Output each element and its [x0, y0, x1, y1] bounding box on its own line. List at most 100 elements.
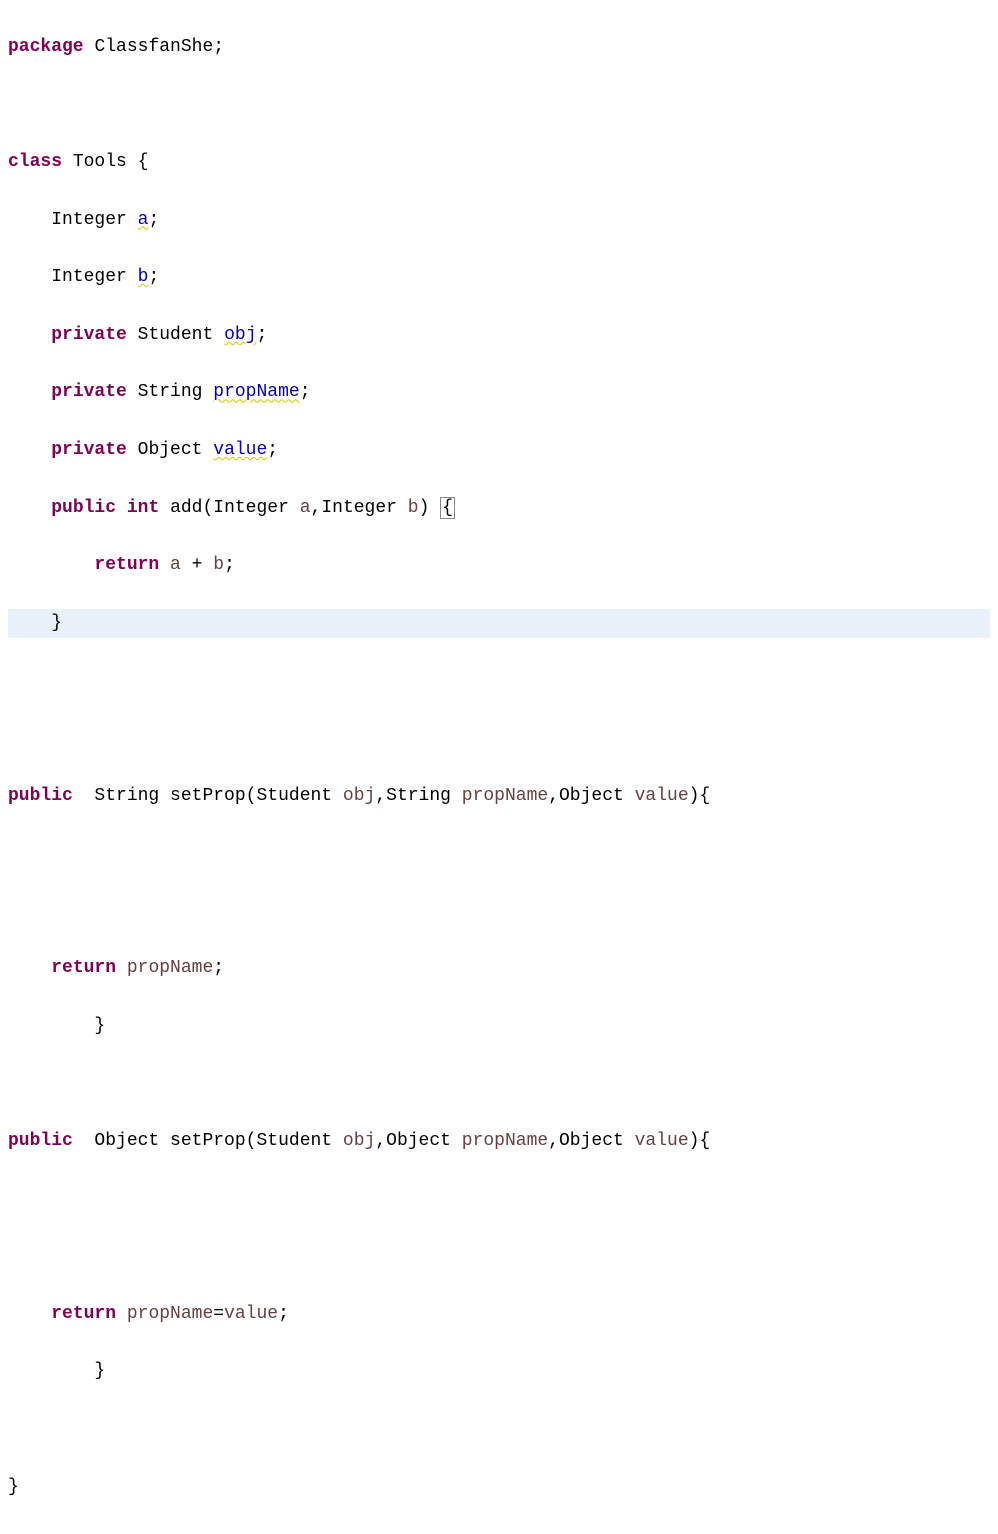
code-line-blank	[8, 90, 990, 119]
type-integer: Integer	[321, 498, 397, 518]
code-line-blank	[8, 1242, 990, 1271]
param-a: a	[300, 498, 311, 518]
code-line-blank	[8, 839, 990, 868]
var-b: b	[213, 555, 224, 575]
paren-close: )	[689, 786, 700, 806]
semicolon: ;	[148, 267, 159, 287]
code-line: public Object setProp(Student obj,Object…	[8, 1127, 990, 1156]
package-name: ClassfanShe	[94, 37, 213, 57]
type-object: Object	[559, 1131, 624, 1151]
method-setprop: setProp	[170, 1131, 246, 1151]
type-object: Object	[138, 440, 203, 460]
semicolon: ;	[278, 1304, 289, 1324]
operator-eq: =	[213, 1304, 224, 1324]
code-line: return propName;	[8, 954, 990, 983]
param-value: value	[635, 1131, 689, 1151]
type-object: Object	[559, 786, 624, 806]
code-line: return a + b;	[8, 551, 990, 580]
keyword-public: public	[8, 1131, 73, 1151]
keyword-return: return	[94, 555, 159, 575]
code-line: }	[8, 1012, 990, 1041]
type-string: String	[94, 786, 159, 806]
keyword-private: private	[51, 325, 127, 345]
code-line-blank	[8, 666, 990, 695]
keyword-int: int	[127, 498, 159, 518]
type-student: Student	[256, 786, 332, 806]
code-line-blank	[8, 1185, 990, 1214]
param-obj: obj	[343, 786, 375, 806]
var-propname: propName	[127, 958, 213, 978]
type-student: Student	[256, 1131, 332, 1151]
brace-open: {	[138, 152, 149, 172]
comma: ,	[311, 498, 322, 518]
keyword-private: private	[51, 440, 127, 460]
code-editor[interactable]: package ClassfanShe; class Tools { Integ…	[0, 0, 998, 1534]
code-line: package ClassfanShe;	[8, 33, 990, 62]
keyword-private: private	[51, 382, 127, 402]
param-b: b	[408, 498, 419, 518]
field-b: b	[138, 267, 149, 287]
semicolon: ;	[148, 210, 159, 230]
type-integer: Integer	[213, 498, 289, 518]
field-propname: propName	[213, 382, 299, 402]
field-obj: obj	[224, 325, 256, 345]
keyword-return: return	[51, 958, 116, 978]
field-value: value	[213, 440, 267, 460]
code-line: Integer b;	[8, 263, 990, 292]
paren-close: )	[419, 498, 430, 518]
code-line: public int add(Integer a,Integer b) {	[8, 494, 990, 523]
code-line: }	[8, 1357, 990, 1386]
semicolon: ;	[257, 325, 268, 345]
field-a: a	[138, 210, 149, 230]
paren-open: (	[202, 498, 213, 518]
keyword-package: package	[8, 37, 84, 57]
type-integer: Integer	[51, 210, 127, 230]
code-line: private String propName;	[8, 378, 990, 407]
keyword-public: public	[51, 498, 116, 518]
brace-open: {	[699, 1131, 710, 1151]
semicolon: ;	[224, 555, 235, 575]
paren-close: )	[689, 1131, 700, 1151]
brace-close: }	[94, 1361, 105, 1381]
comma: ,	[375, 786, 386, 806]
var-propname: propName	[127, 1304, 213, 1324]
keyword-class: class	[8, 152, 62, 172]
var-value: value	[224, 1304, 278, 1324]
comma: ,	[548, 786, 559, 806]
param-value: value	[635, 786, 689, 806]
param-propname: propName	[462, 1131, 548, 1151]
method-add: add	[170, 498, 202, 518]
brace-close-class: }	[8, 1477, 19, 1497]
var-a: a	[170, 555, 181, 575]
paren-open: (	[246, 1131, 257, 1151]
semicolon: ;	[213, 958, 224, 978]
code-line: public String setProp(Student obj,String…	[8, 782, 990, 811]
code-line-blank	[8, 724, 990, 753]
semicolon: ;	[267, 440, 278, 460]
type-object: Object	[94, 1131, 159, 1151]
type-integer: Integer	[51, 267, 127, 287]
param-propname: propName	[462, 786, 548, 806]
code-line: class Tools {	[8, 148, 990, 177]
brace-close: }	[51, 613, 62, 633]
semicolon: ;	[213, 37, 224, 57]
code-line: }	[8, 1473, 990, 1502]
class-name: Tools	[73, 152, 127, 172]
brace-open-boxed: {	[440, 497, 455, 519]
type-string: String	[138, 382, 203, 402]
comma: ,	[548, 1131, 559, 1151]
code-line: return propName=value;	[8, 1300, 990, 1329]
code-line-blank	[8, 897, 990, 926]
type-student: Student	[138, 325, 214, 345]
operator-plus: +	[192, 555, 203, 575]
keyword-public: public	[8, 786, 73, 806]
type-object: Object	[386, 1131, 451, 1151]
keyword-return: return	[51, 1304, 116, 1324]
comma: ,	[375, 1131, 386, 1151]
type-string: String	[386, 786, 451, 806]
code-line: private Student obj;	[8, 321, 990, 350]
brace-open: {	[699, 786, 710, 806]
code-line-highlighted: }	[8, 609, 990, 638]
code-line: private Object value;	[8, 436, 990, 465]
code-line-blank	[8, 1415, 990, 1444]
